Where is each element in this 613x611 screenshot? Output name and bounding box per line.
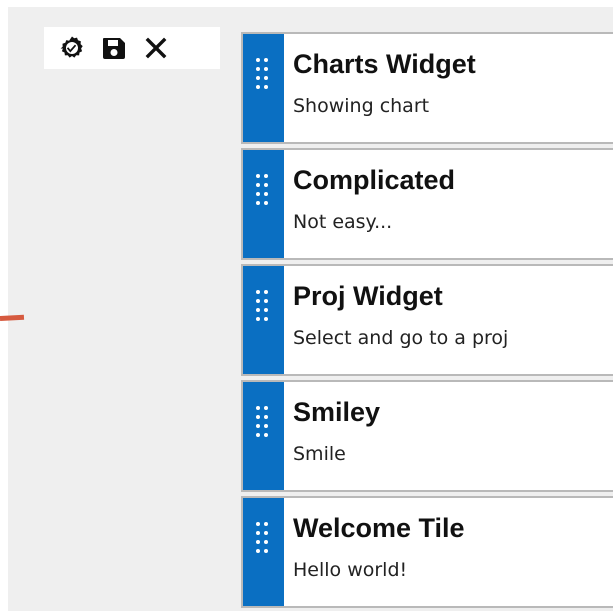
close-button[interactable] (142, 34, 170, 62)
drag-dots-icon (256, 174, 270, 214)
widget-content: Complicated Not easy... (284, 150, 613, 258)
widget-title: Complicated (293, 165, 456, 195)
drag-dots-icon (256, 58, 270, 98)
settings-button[interactable] (58, 34, 86, 62)
widget-content: Smiley Smile (284, 382, 613, 490)
drag-handle[interactable] (243, 150, 284, 258)
widget-subtitle: Hello world! (293, 559, 408, 581)
drag-dots-icon (256, 290, 270, 330)
drag-handle[interactable] (243, 34, 284, 142)
close-icon (145, 37, 167, 59)
drag-handle[interactable] (243, 266, 284, 374)
widget-card[interactable]: Smiley Smile (241, 380, 613, 492)
widget-card[interactable]: Welcome Tile Hello world! (241, 496, 613, 608)
widget-card[interactable]: Complicated Not easy... (241, 148, 613, 260)
widget-subtitle: Showing chart (293, 95, 430, 117)
widget-title: Welcome Tile (293, 513, 465, 543)
settings-icon (60, 36, 83, 58)
widget-card[interactable]: Charts Widget Showing chart (241, 32, 613, 144)
drag-handle[interactable] (243, 382, 284, 490)
widget-content: Welcome Tile Hello world! (284, 498, 613, 606)
widget-title: Proj Widget (293, 281, 443, 311)
screen: Charts Widget Showing chart Complicated … (0, 0, 613, 611)
widget-subtitle: Not easy... (293, 211, 393, 233)
save-icon (103, 38, 125, 59)
widget-title: Smiley (293, 397, 381, 427)
widget-title: Charts Widget (293, 49, 476, 79)
widget-card[interactable]: Proj Widget Select and go to a proj (241, 264, 613, 376)
widget-toolbar (44, 27, 220, 69)
widget-subtitle: Smile (293, 443, 346, 465)
save-button[interactable] (100, 34, 128, 62)
widget-content: Proj Widget Select and go to a proj (284, 266, 613, 374)
widget-subtitle: Select and go to a proj (293, 327, 509, 349)
drag-dots-icon (256, 522, 270, 562)
drag-handle[interactable] (243, 498, 284, 606)
drag-dots-icon (256, 406, 270, 446)
widget-content: Charts Widget Showing chart (284, 34, 613, 142)
widget-list: Charts Widget Showing chart Complicated … (241, 32, 613, 611)
